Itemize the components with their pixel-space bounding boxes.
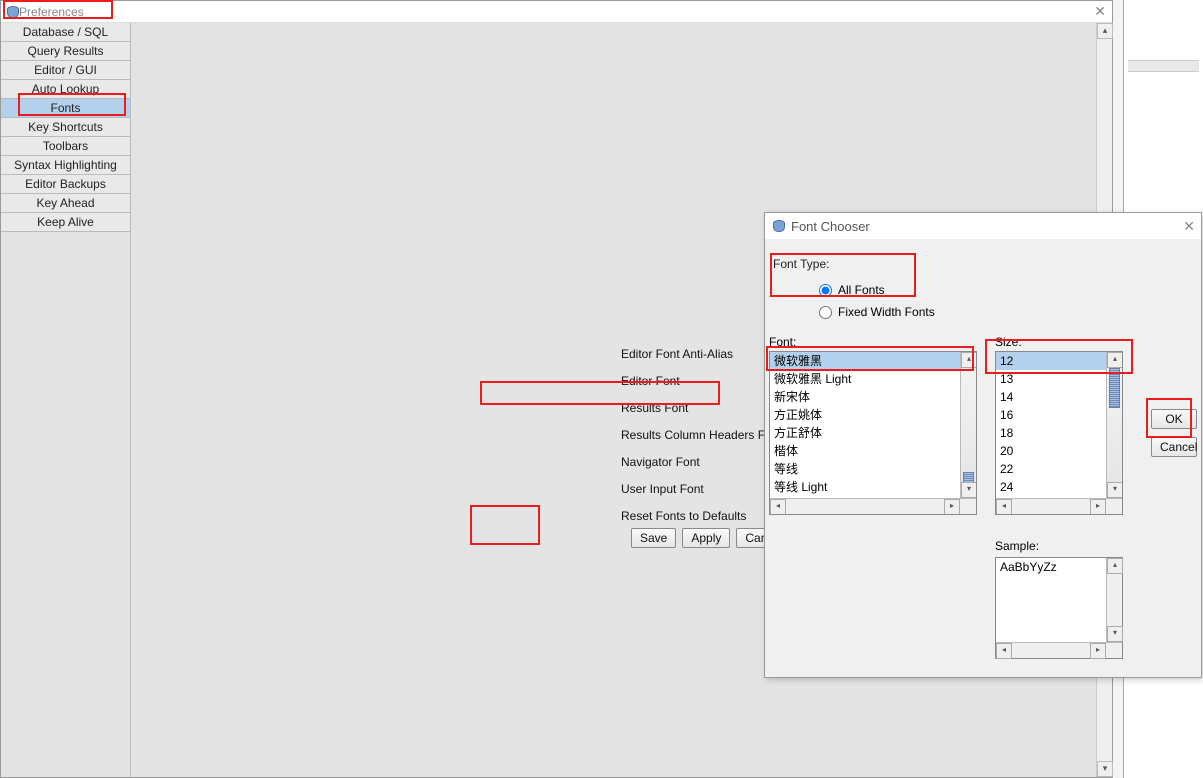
scroll-thumb[interactable] (1109, 368, 1120, 408)
sample-scrollbar-vertical[interactable]: ▴ ▾ (1106, 558, 1122, 642)
font-chooser-titlebar: Font Chooser ✕ (765, 213, 1201, 239)
sample-text: AaBbYyZz (1000, 560, 1057, 574)
ok-button[interactable]: OK (1151, 409, 1197, 429)
save-button[interactable]: Save (631, 528, 676, 548)
preferences-titlebar: Preferences ✕ (1, 1, 1112, 23)
list-item[interactable]: 微软雅黑 Light (770, 370, 976, 388)
scroll-up-icon[interactable]: ▴ (1107, 352, 1123, 368)
size-list-scrollbar-vertical[interactable]: ▴ ▾ (1106, 352, 1122, 498)
font-type-label: Font Type: (773, 257, 829, 271)
scroll-down-icon[interactable]: ▾ (1107, 482, 1123, 498)
sidebar-item-fonts[interactable]: Fonts (1, 99, 130, 118)
sample-scrollbar-horizontal[interactable]: ◂ ▸ (996, 642, 1122, 658)
font-chooser-body: Font Type: All Fonts Fixed Width Fonts F… (765, 239, 1201, 677)
scroll-down-icon[interactable]: ▾ (1097, 761, 1113, 777)
font-chooser-cancel-button[interactable]: Cancel (1151, 437, 1197, 457)
list-item[interactable]: 等线 Light (770, 478, 976, 496)
list-item[interactable]: 12 (996, 352, 1122, 370)
sidebar-item-syntax-highlighting[interactable]: Syntax Highlighting (1, 156, 130, 175)
font-chooser-actions: OK Cancel (1151, 409, 1197, 457)
list-item[interactable]: 13 (996, 370, 1122, 388)
sidebar-item-query-results[interactable]: Query Results (1, 42, 130, 61)
font-list-scrollbar-horizontal[interactable]: ◂ ▸ (770, 498, 976, 514)
scroll-up-icon[interactable]: ▴ (1107, 558, 1123, 574)
sidebar-item-key-shortcuts[interactable]: Key Shortcuts (1, 118, 130, 137)
database-icon (771, 219, 785, 233)
list-item[interactable]: 方正姚体 (770, 406, 976, 424)
radio-fixed-width-fonts[interactable] (819, 306, 832, 319)
list-item[interactable]: 14 (996, 388, 1122, 406)
sidebar-item-database-sql[interactable]: Database / SQL (1, 23, 130, 42)
scroll-right-icon[interactable]: ▸ (944, 499, 960, 515)
sidebar-item-toolbars[interactable]: Toolbars (1, 137, 130, 156)
list-item[interactable]: 22 (996, 460, 1122, 478)
list-item[interactable]: 18 (996, 424, 1122, 442)
scroll-down-icon[interactable]: ▾ (961, 482, 977, 498)
font-type-radio-group: All Fonts Fixed Width Fonts (819, 279, 935, 323)
scroll-left-icon[interactable]: ◂ (770, 499, 786, 515)
close-icon[interactable]: ✕ (1094, 3, 1106, 20)
apply-button[interactable]: Apply (682, 528, 730, 548)
database-icon (5, 5, 19, 19)
font-chooser-title-text: Font Chooser (791, 219, 870, 234)
list-item[interactable]: 方正舒体 (770, 424, 976, 442)
scroll-up-icon[interactable]: ▴ (1097, 23, 1113, 39)
preferences-sidebar: Database / SQL Query Results Editor / GU… (1, 23, 131, 777)
size-list[interactable]: 12 13 14 16 18 20 22 24 ▴ ▾ ◂ ▸ (995, 351, 1123, 515)
sample-box: AaBbYyZz ▴ ▾ ◂ ▸ (995, 557, 1123, 659)
scroll-right-icon[interactable]: ▸ (1090, 643, 1106, 659)
scroll-right-icon[interactable]: ▸ (1090, 499, 1106, 515)
radio-all-fonts-label: All Fonts (838, 283, 885, 297)
list-item[interactable]: 16 (996, 406, 1122, 424)
size-list-label: Size: (995, 335, 1022, 349)
font-list-label: Font: (769, 335, 796, 349)
scroll-down-icon[interactable]: ▾ (1107, 626, 1123, 642)
list-item[interactable]: 楷体 (770, 442, 976, 460)
radio-all-fonts[interactable] (819, 284, 832, 297)
size-list-scrollbar-horizontal[interactable]: ◂ ▸ (996, 498, 1122, 514)
scroll-left-icon[interactable]: ◂ (996, 643, 1012, 659)
list-item[interactable]: 24 (996, 478, 1122, 496)
list-item[interactable]: 新宋体 (770, 388, 976, 406)
font-list[interactable]: 微软雅黑 微软雅黑 Light 新宋体 方正姚体 方正舒体 楷体 等线 等线 L… (769, 351, 977, 515)
sidebar-item-editor-gui[interactable]: Editor / GUI (1, 61, 130, 80)
sidebar-item-keep-alive[interactable]: Keep Alive (1, 213, 130, 232)
sample-label: Sample: (995, 539, 1039, 553)
list-item[interactable]: 微软雅黑 (770, 352, 976, 370)
scroll-left-icon[interactable]: ◂ (996, 499, 1012, 515)
sidebar-item-key-ahead[interactable]: Key Ahead (1, 194, 130, 213)
radio-fixed-width-label: Fixed Width Fonts (838, 305, 935, 319)
sidebar-item-auto-lookup[interactable]: Auto Lookup (1, 80, 130, 99)
list-item[interactable]: 20 (996, 442, 1122, 460)
preferences-title-text: Preferences (19, 5, 84, 19)
background-panel-shade (1128, 60, 1199, 72)
scroll-up-icon[interactable]: ▴ (961, 352, 977, 368)
radio-fixed-width-row: Fixed Width Fonts (819, 301, 935, 323)
font-list-scrollbar-vertical[interactable]: ▴ ▾ (960, 352, 976, 498)
close-icon[interactable]: ✕ (1183, 218, 1195, 235)
font-chooser-window: Font Chooser ✕ Font Type: All Fonts Fixe… (764, 212, 1202, 678)
sidebar-item-editor-backups[interactable]: Editor Backups (1, 175, 130, 194)
list-item[interactable]: 等线 (770, 460, 976, 478)
radio-all-fonts-row: All Fonts (819, 279, 935, 301)
